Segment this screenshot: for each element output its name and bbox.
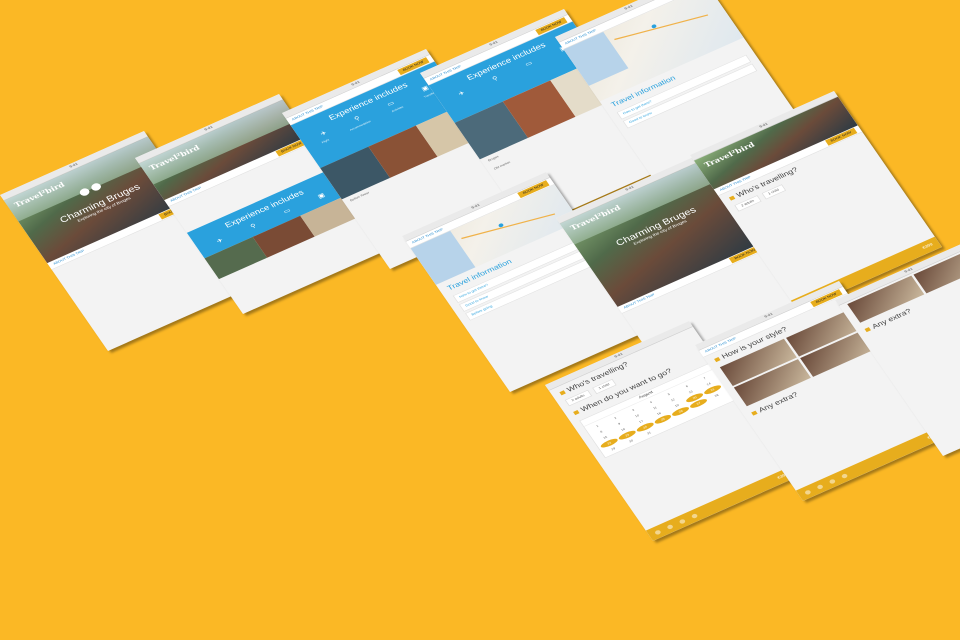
step-icon[interactable] bbox=[803, 489, 812, 496]
ticket-icon: ▭ bbox=[523, 59, 534, 68]
mockup-stage: 9:41 Travel²bird Charming Bruges Explori… bbox=[0, 0, 960, 640]
plane-icon: ✈ bbox=[319, 129, 329, 138]
step-icon[interactable] bbox=[653, 529, 662, 536]
step-icon[interactable] bbox=[816, 483, 824, 490]
ticket-icon: ▭ bbox=[281, 206, 292, 215]
step-icon[interactable] bbox=[678, 518, 686, 525]
step-icon[interactable] bbox=[840, 472, 849, 479]
footer-bar: €399 bbox=[645, 466, 797, 541]
ticket-icon: ▭ bbox=[385, 99, 396, 108]
pin-icon: ⚲ bbox=[249, 222, 258, 230]
pin-icon: ⚲ bbox=[490, 74, 500, 83]
step-icon[interactable] bbox=[690, 512, 699, 519]
price-label: €399 bbox=[921, 242, 934, 251]
plane-icon: ✈ bbox=[457, 89, 467, 98]
footer-bar: €549 bbox=[795, 426, 947, 501]
step-icon[interactable] bbox=[828, 478, 836, 485]
plane-icon: ✈ bbox=[215, 236, 225, 245]
step-icon[interactable] bbox=[666, 523, 674, 530]
bus-icon: ▣ bbox=[316, 191, 327, 200]
caption: Flight bbox=[320, 138, 330, 144]
pin-icon: ⚲ bbox=[352, 114, 362, 123]
